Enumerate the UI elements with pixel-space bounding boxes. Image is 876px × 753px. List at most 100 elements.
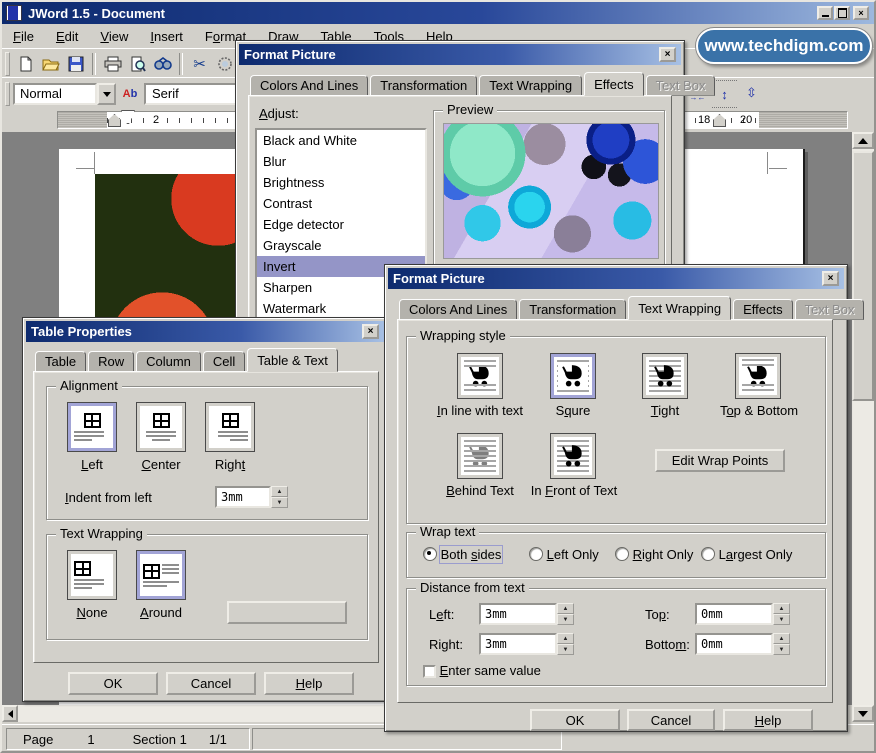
align-right-option[interactable] — [205, 402, 255, 452]
wrap-inline-option[interactable] — [457, 353, 503, 399]
copy-icon[interactable] — [212, 51, 237, 76]
tab-colors-and-lines[interactable]: Colors And Lines — [399, 299, 517, 320]
wrap-front-option[interactable] — [550, 433, 596, 479]
checkbox-icon[interactable] — [423, 665, 436, 678]
wrap-top-bottom-option[interactable] — [735, 353, 781, 399]
margin-crop-mark — [767, 152, 768, 174]
paragraph-spacing-icon[interactable]: ⇳ — [739, 80, 764, 106]
tab-effects[interactable]: Effects — [733, 299, 793, 320]
list-item[interactable]: Blur — [257, 151, 425, 172]
text-wrapping-label: Text Wrapping — [56, 527, 147, 541]
enter-same-value-checkbox[interactable]: Enter same value — [423, 663, 541, 678]
distance-right-spinner[interactable]: ▲▼ — [557, 633, 574, 655]
distance-left-spinner[interactable]: ▲▼ — [557, 603, 574, 625]
indent-field[interactable]: 3mm — [215, 486, 271, 508]
distance-top-field[interactable]: 0mm — [695, 603, 773, 625]
ok-button[interactable]: OK — [68, 672, 158, 695]
radio-icon[interactable] — [615, 547, 629, 561]
ok-button[interactable]: OK — [530, 709, 620, 731]
tab-text-wrapping[interactable]: Text Wrapping — [628, 296, 731, 320]
dialog-title: Format Picture — [244, 47, 336, 62]
dialog-titlebar: Format Picture × — [239, 44, 681, 65]
scroll-down-button[interactable] — [852, 705, 874, 722]
help-button[interactable]: Help — [723, 709, 813, 731]
indent-spinner[interactable]: ▲▼ — [271, 486, 288, 508]
scroll-up-button[interactable] — [852, 132, 874, 149]
tab-table[interactable]: Table — [35, 351, 86, 372]
tab-effects[interactable]: Effects — [584, 72, 644, 96]
tab-transformation[interactable]: Transformation — [519, 299, 626, 320]
new-document-icon[interactable] — [13, 51, 38, 76]
scroll-left-button[interactable] — [2, 705, 18, 722]
radio-right-only[interactable]: Right Only — [615, 547, 693, 562]
toolbar-grip[interactable] — [5, 82, 10, 106]
tab-column[interactable]: Column — [136, 351, 201, 372]
paragraph-style-combobox[interactable]: Normal — [13, 83, 97, 105]
radio-largest-only[interactable]: Largest Only — [701, 547, 792, 562]
open-icon[interactable] — [38, 51, 63, 76]
badge-text: www.techdigm.com — [704, 36, 863, 56]
cancel-button[interactable]: Cancel — [166, 672, 256, 695]
print-icon[interactable] — [100, 51, 125, 76]
list-item[interactable]: Edge detector — [257, 214, 425, 235]
tab-table-and-text[interactable]: Table & Text — [247, 348, 338, 372]
menu-file[interactable]: File — [2, 26, 45, 47]
dialog-title: Table Properties — [31, 324, 132, 339]
close-icon[interactable]: × — [659, 47, 676, 62]
cut-icon[interactable]: ✂ — [187, 51, 212, 76]
right-indent-marker[interactable] — [713, 114, 726, 127]
radio-left-only[interactable]: Left Only — [529, 547, 599, 562]
tab-text-box: Text Box — [795, 299, 865, 320]
align-center-option[interactable] — [136, 402, 186, 452]
wrap-none-option[interactable] — [67, 550, 117, 600]
dialog-titlebar: Table Properties × — [26, 321, 384, 342]
print-preview-icon[interactable] — [125, 51, 150, 76]
toolbar-grip[interactable] — [5, 52, 10, 76]
radio-both-sides[interactable]: Both sides — [423, 547, 501, 562]
distance-label: Distance from text — [416, 581, 529, 595]
positioning-button[interactable] — [227, 601, 347, 624]
menu-edit[interactable]: Edit — [45, 26, 89, 47]
radio-icon[interactable] — [423, 547, 437, 561]
close-icon[interactable]: × — [362, 324, 379, 339]
scrollbar-thumb[interactable] — [852, 151, 874, 401]
close-icon[interactable]: × — [822, 271, 839, 286]
font-color-icon[interactable]: Ab — [116, 81, 144, 106]
table-text-tab-panel: Alignment Left Center Right Indent from … — [33, 371, 379, 663]
tab-text-wrapping[interactable]: Text Wrapping — [479, 75, 582, 96]
distance-left-field[interactable]: 3mm — [479, 603, 557, 625]
save-icon[interactable] — [63, 51, 88, 76]
edit-wrap-points-button[interactable]: Edit Wrap Points — [655, 449, 785, 472]
distance-bottom-spinner[interactable]: ▲▼ — [773, 633, 790, 655]
wrap-behind-option[interactable] — [457, 433, 503, 479]
list-item[interactable]: Brightness — [257, 172, 425, 193]
distance-right-field[interactable]: 3mm — [479, 633, 557, 655]
wrap-tight-option[interactable] — [642, 353, 688, 399]
vertical-scrollbar[interactable] — [852, 132, 874, 722]
list-item[interactable]: Black and White — [257, 130, 425, 151]
align-left-option[interactable] — [67, 402, 117, 452]
tab-cell[interactable]: Cell — [203, 351, 245, 372]
indent-label: Indent from left — [65, 490, 152, 505]
menu-view[interactable]: View — [89, 26, 139, 47]
wrap-around-option[interactable] — [136, 550, 186, 600]
maximize-button[interactable] — [834, 6, 850, 20]
radio-icon[interactable] — [529, 547, 543, 561]
list-item[interactable]: Contrast — [257, 193, 425, 214]
radio-icon[interactable] — [701, 547, 715, 561]
tab-colors-and-lines[interactable]: Colors And Lines — [250, 75, 368, 96]
left-indent-marker[interactable] — [108, 114, 121, 127]
distance-top-spinner[interactable]: ▲▼ — [773, 603, 790, 625]
list-item[interactable]: Grayscale — [257, 235, 425, 256]
distance-bottom-field[interactable]: 0mm — [695, 633, 773, 655]
tab-transformation[interactable]: Transformation — [370, 75, 477, 96]
find-icon[interactable] — [150, 51, 175, 76]
cancel-button[interactable]: Cancel — [627, 709, 715, 731]
wrap-square-option[interactable] — [550, 353, 596, 399]
help-button[interactable]: Help — [264, 672, 354, 695]
tab-row[interactable]: Row — [88, 351, 134, 372]
menu-insert[interactable]: Insert — [139, 26, 194, 47]
minimize-button[interactable] — [817, 6, 833, 20]
style-dropdown-button[interactable] — [97, 83, 116, 105]
close-button[interactable]: × — [853, 6, 869, 20]
